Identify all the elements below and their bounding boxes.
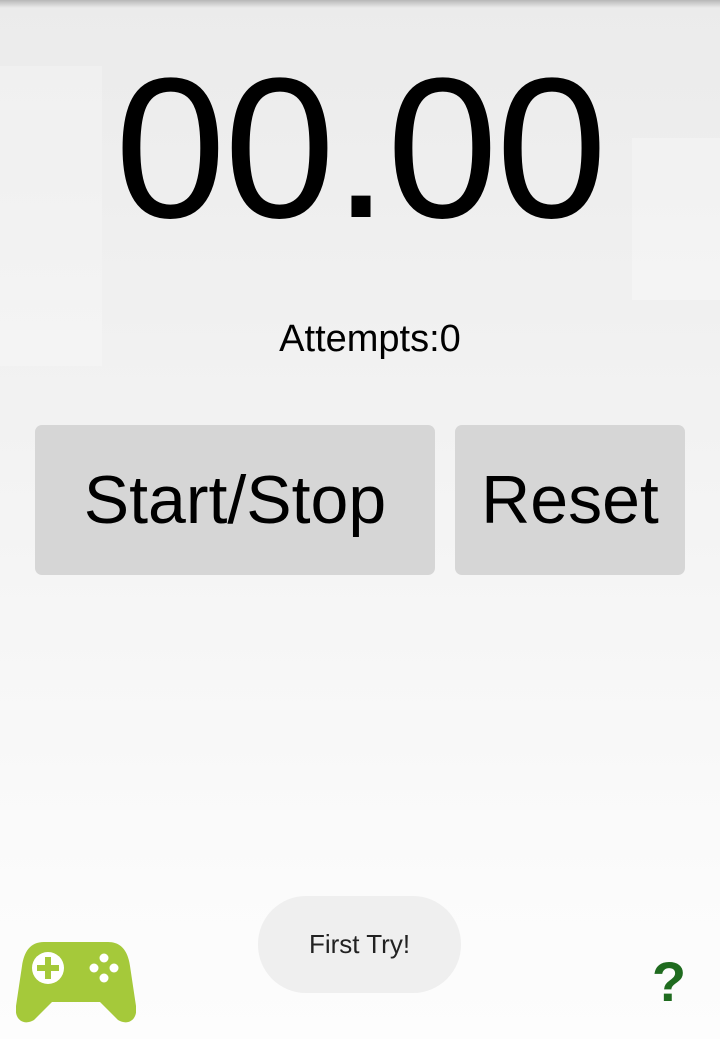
help-icon[interactable]: ? (646, 950, 692, 1014)
gamepad-icon[interactable] (15, 938, 137, 1026)
status-bar-shadow (0, 0, 720, 8)
timer-display: 00.00 (114, 37, 608, 260)
attempts-counter: Attempts:0 (279, 318, 461, 360)
start-stop-button[interactable]: Start/Stop (35, 425, 435, 575)
reset-button[interactable]: Reset (455, 425, 685, 575)
toast-message: First Try! (258, 896, 461, 993)
